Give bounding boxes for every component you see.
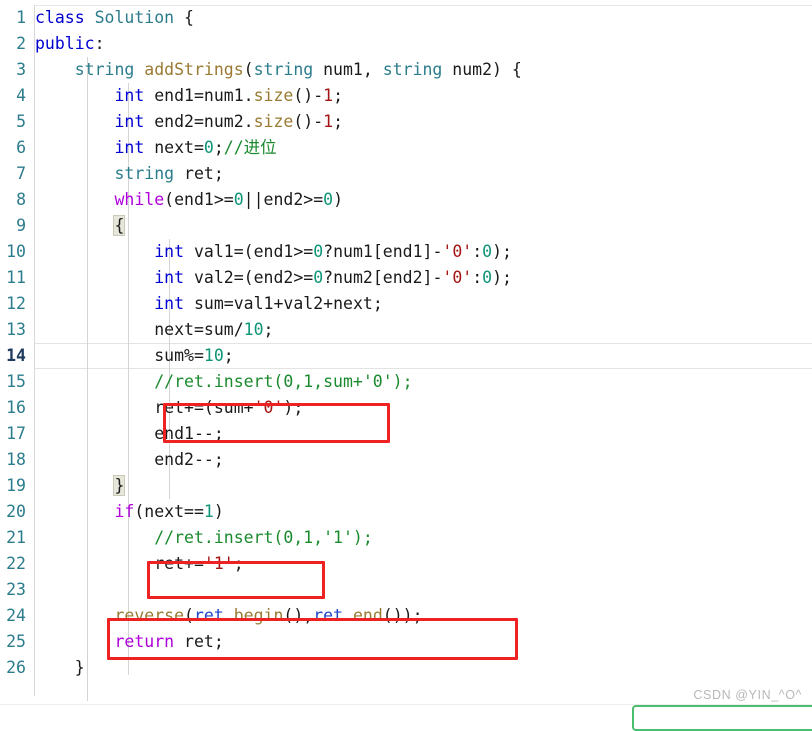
annotation-box-reverse-call bbox=[107, 618, 518, 660]
green-highlight-box bbox=[632, 705, 812, 731]
line-number: 24 bbox=[0, 603, 26, 629]
code-line[interactable]: while(end1>=0||end2>=0) bbox=[35, 187, 812, 213]
line-number: 26 bbox=[0, 655, 26, 681]
code-line[interactable]: end2--; bbox=[35, 447, 812, 473]
line-number: 15 bbox=[0, 369, 26, 395]
line-number: 13 bbox=[0, 317, 26, 343]
line-number: 4 bbox=[0, 83, 26, 109]
line-number: 2 bbox=[0, 31, 26, 57]
code-line[interactable]: int val1=(end1>=0?num1[end1]-'0':0); bbox=[35, 239, 812, 265]
annotation-box-ret-plus-one bbox=[147, 561, 325, 599]
code-line[interactable]: if(next==1) bbox=[35, 499, 812, 525]
code-line[interactable]: end1--; bbox=[35, 421, 812, 447]
line-number: 18 bbox=[0, 447, 26, 473]
line-number: 21 bbox=[0, 525, 26, 551]
code-line[interactable]: //ret.insert(0,1,'1'); bbox=[35, 525, 812, 551]
line-number: 17 bbox=[0, 421, 26, 447]
line-number: 12 bbox=[0, 291, 26, 317]
code-line[interactable]: int end2=num2.size()-1; bbox=[35, 109, 812, 135]
line-number: 3 bbox=[0, 57, 26, 83]
code-content[interactable]: class Solution { public: string addStrin… bbox=[35, 5, 812, 705]
line-number: 5 bbox=[0, 109, 26, 135]
line-number-current: 14 bbox=[0, 343, 26, 369]
code-line[interactable]: string addStrings(string num1, string nu… bbox=[35, 57, 812, 83]
line-number: 23 bbox=[0, 577, 26, 603]
line-number: 8 bbox=[0, 187, 26, 213]
code-line[interactable]: int val2=(end2>=0?num2[end2]-'0':0); bbox=[35, 265, 812, 291]
code-line[interactable]: class Solution { bbox=[35, 5, 812, 31]
line-number: 1 bbox=[0, 5, 26, 31]
line-number: 22 bbox=[0, 551, 26, 577]
line-number: 25 bbox=[0, 629, 26, 655]
line-number: 9 bbox=[0, 213, 26, 239]
code-editor: 1 2 3 4 5 6 7 8 9 10 11 12 13 14 15 16 1… bbox=[0, 0, 812, 724]
code-line-current[interactable]: sum%=10; bbox=[35, 343, 812, 369]
code-line[interactable]: ret+=(sum+'0'); bbox=[35, 395, 812, 421]
code-line[interactable]: next=sum/10; bbox=[35, 317, 812, 343]
line-number-gutter: 1 2 3 4 5 6 7 8 9 10 11 12 13 14 15 16 1… bbox=[0, 5, 34, 705]
code-line[interactable]: { bbox=[35, 213, 812, 239]
code-line[interactable]: int next=0;//进位 bbox=[35, 135, 812, 161]
code-line[interactable]: int sum=val1+val2+next; bbox=[35, 291, 812, 317]
code-line[interactable]: int end1=num1.size()-1; bbox=[35, 83, 812, 109]
code-line[interactable]: } bbox=[35, 473, 812, 499]
line-number: 10 bbox=[0, 239, 26, 265]
csdn-watermark: CSDN @YIN_^O^ bbox=[693, 688, 802, 702]
line-number: 7 bbox=[0, 161, 26, 187]
line-number: 6 bbox=[0, 135, 26, 161]
line-number: 19 bbox=[0, 473, 26, 499]
line-number: 11 bbox=[0, 265, 26, 291]
annotation-box-ret-plus-sum bbox=[163, 403, 390, 443]
code-line[interactable]: public: bbox=[35, 31, 812, 57]
line-number: 16 bbox=[0, 395, 26, 421]
code-line[interactable]: //ret.insert(0,1,sum+'0'); bbox=[35, 369, 812, 395]
line-number: 20 bbox=[0, 499, 26, 525]
code-line[interactable]: string ret; bbox=[35, 161, 812, 187]
